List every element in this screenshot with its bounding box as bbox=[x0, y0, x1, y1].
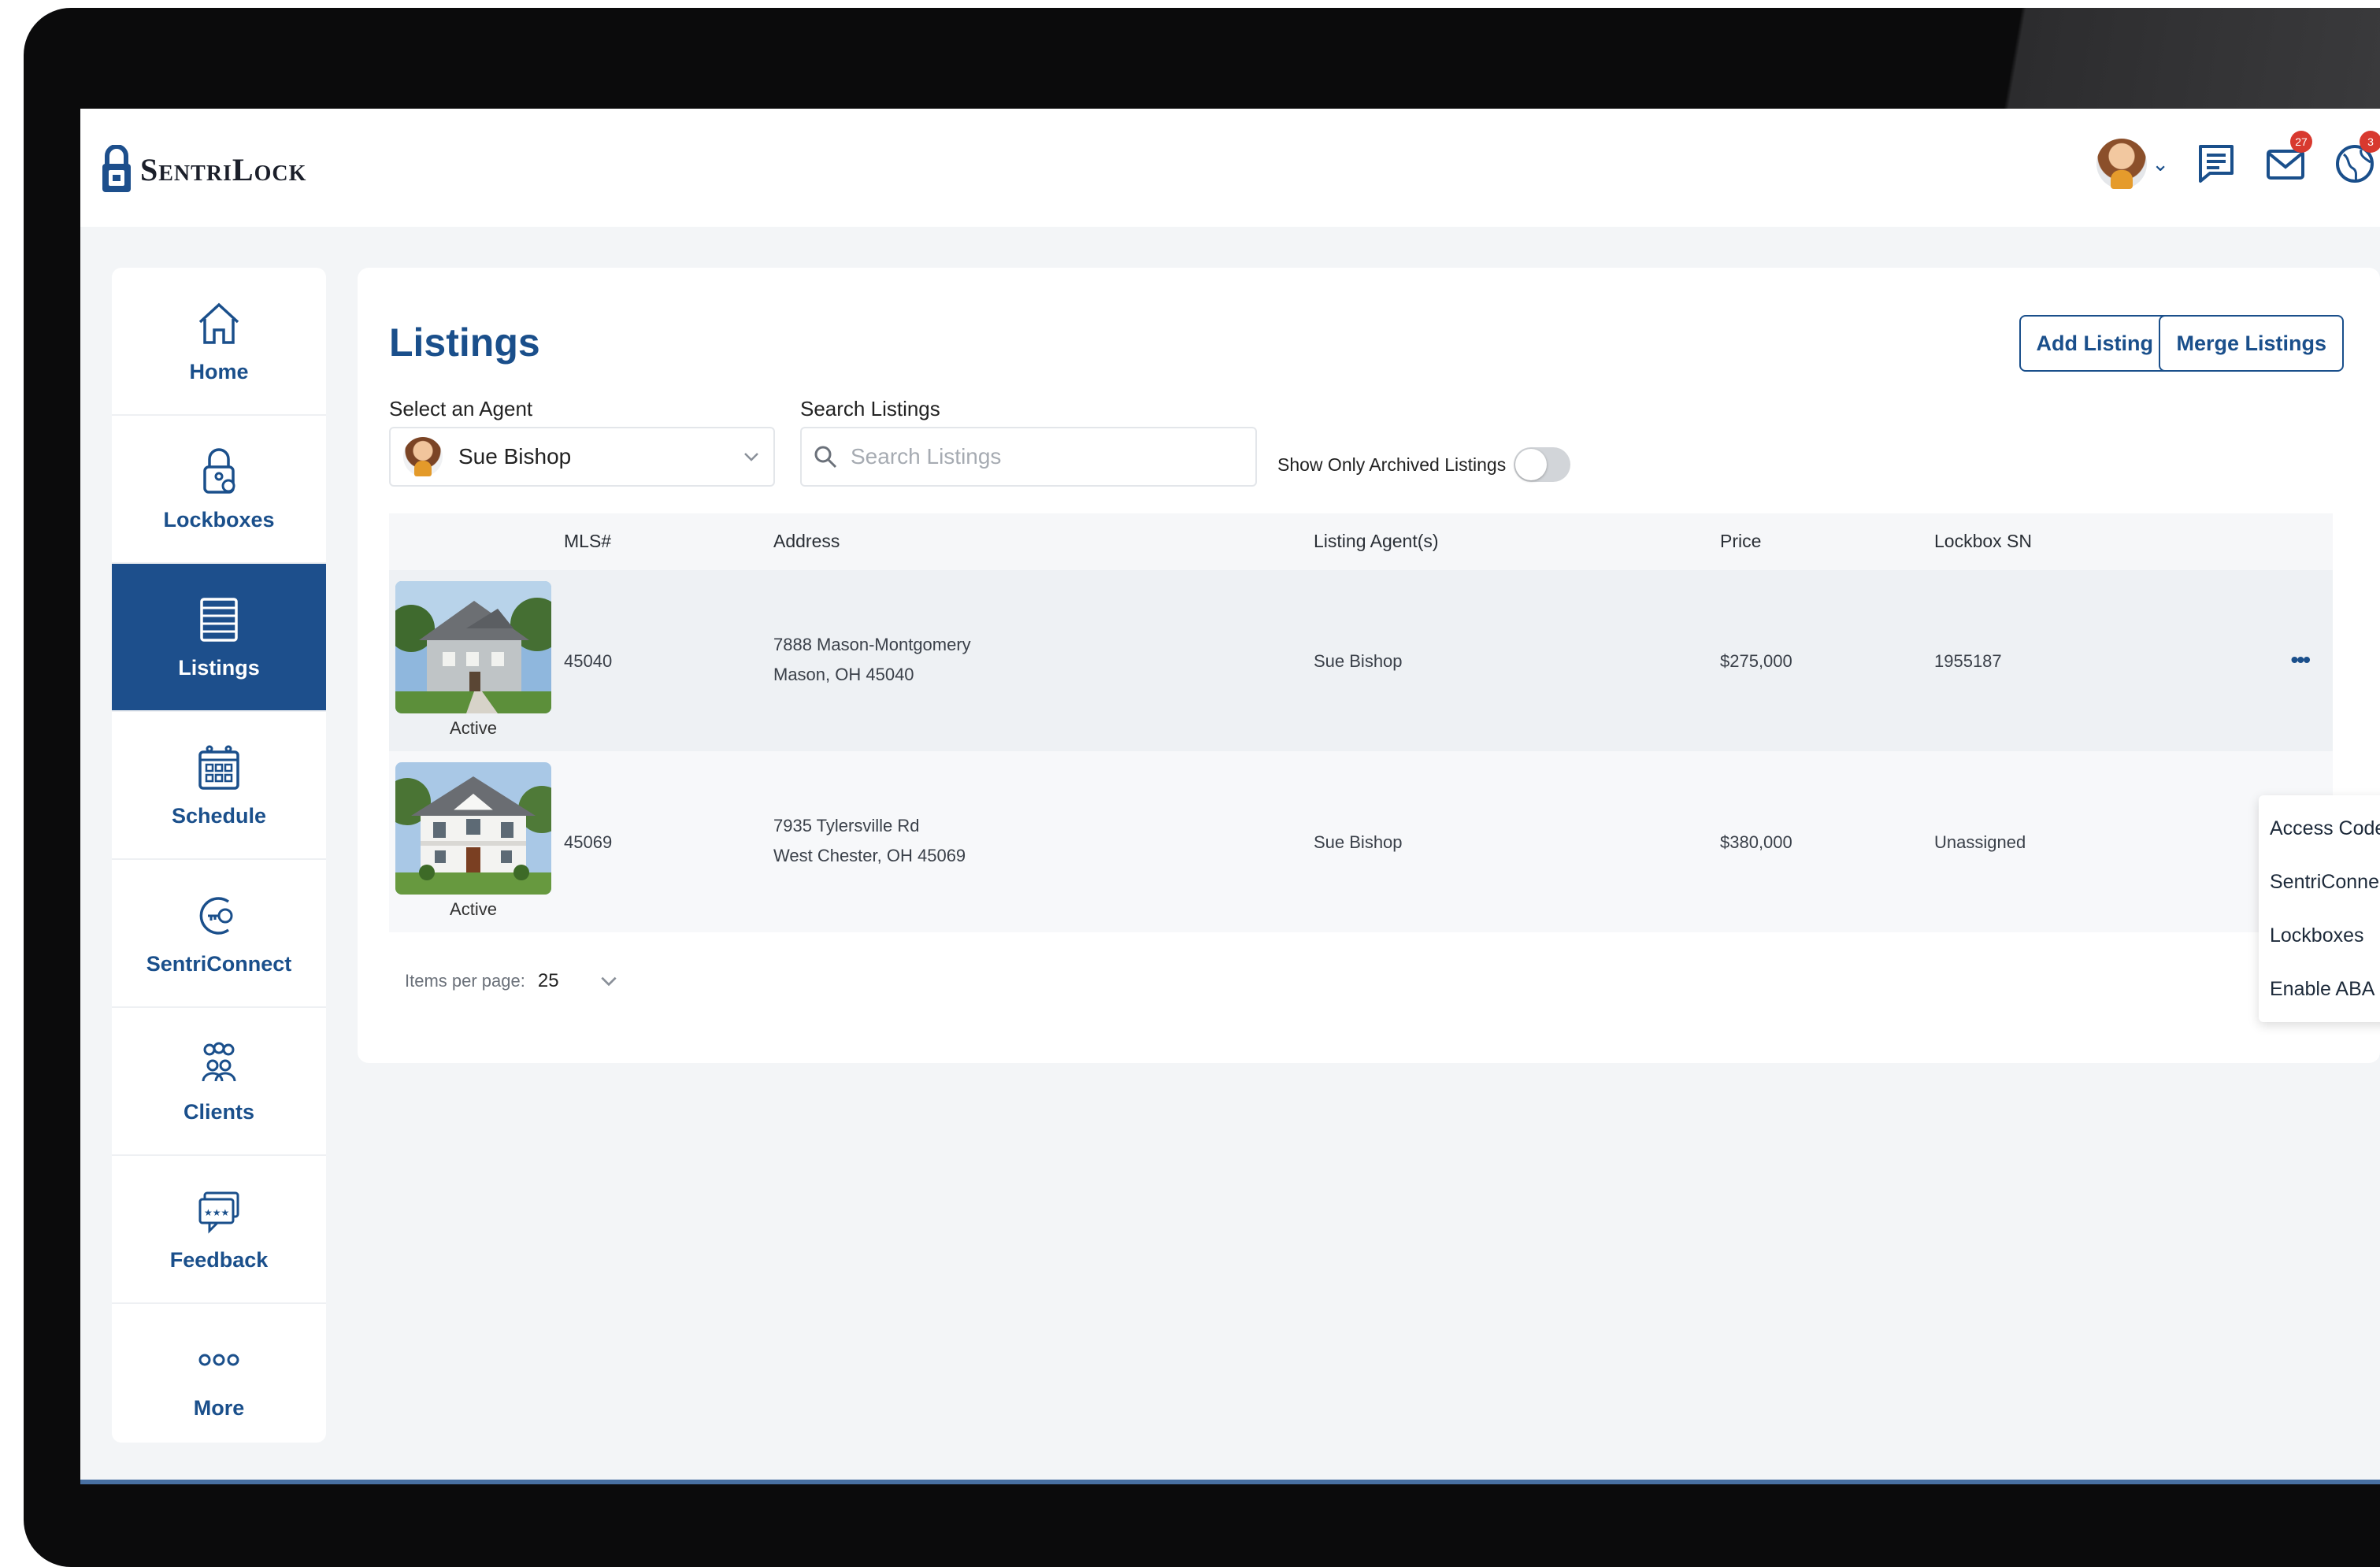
brand-logo[interactable]: SentriLock bbox=[99, 145, 306, 194]
brand-name: SentriLock bbox=[140, 151, 307, 187]
sidebar-item-label: Lockboxes bbox=[163, 507, 275, 532]
row-actions-menu: Access Codes SentriConnect Lockboxes Ena… bbox=[2259, 795, 2380, 1022]
sidebar-item-lockboxes[interactable]: Lockboxes bbox=[112, 416, 326, 564]
chevron-down-icon[interactable] bbox=[599, 971, 619, 991]
menu-item-sentriconnect[interactable]: SentriConnect bbox=[2259, 855, 2380, 909]
search-input[interactable] bbox=[849, 443, 1244, 470]
more-icon bbox=[198, 1354, 239, 1365]
page-title: Listings bbox=[389, 320, 540, 365]
listings-table: MLS# Address Listing Agent(s) Price Lock… bbox=[389, 513, 2333, 932]
search-label: Search Listings bbox=[800, 397, 940, 420]
row-actions-button[interactable]: ••• bbox=[2291, 647, 2311, 672]
address-line2: Mason, OH 45040 bbox=[773, 665, 914, 684]
sidebar-item-listings[interactable]: Listings bbox=[112, 564, 326, 712]
app-screen: SentriLock ⌄ 27 3 Home Lockboxes Listing… bbox=[80, 109, 2380, 1484]
listing-agent: Sue Bishop bbox=[1314, 832, 1403, 852]
merge-listings-button[interactable]: Merge Listings bbox=[2159, 315, 2344, 372]
mls-number: 45040 bbox=[564, 651, 613, 671]
listing-status: Active bbox=[450, 899, 497, 919]
price: $275,000 bbox=[1720, 651, 1792, 671]
archived-toggle-group: Show Only Archived Listings bbox=[1277, 447, 1571, 482]
address-line2: West Chester, OH 45069 bbox=[773, 846, 966, 865]
pagination: Items per page: 25 bbox=[405, 970, 619, 992]
sidebar-item-label: Listings bbox=[178, 655, 260, 680]
user-avatar[interactable] bbox=[2096, 139, 2148, 189]
archived-toggle-label: Show Only Archived Listings bbox=[1277, 454, 1507, 475]
chevron-down-icon[interactable]: ⌄ bbox=[2152, 152, 2169, 176]
table-row[interactable]: Active 45069 7935 Tylersville Rd West Ch… bbox=[389, 751, 2333, 932]
listing-status: Active bbox=[450, 718, 497, 738]
svg-text:★★★: ★★★ bbox=[204, 1207, 229, 1218]
archived-toggle[interactable] bbox=[1514, 447, 1571, 482]
address-line1: 7888 Mason-Montgomery bbox=[773, 635, 971, 654]
listing-photo[interactable] bbox=[395, 762, 551, 895]
sidebar-item-clients[interactable]: Clients bbox=[112, 1008, 326, 1156]
world-button[interactable]: 3 bbox=[2333, 131, 2380, 186]
listings-card: Listings Add Listing Merge Listings Sele… bbox=[358, 268, 2380, 1063]
sidebar-item-label: SentriConnect bbox=[146, 951, 292, 976]
mail-badge: 27 bbox=[2290, 131, 2312, 153]
sentriconnect-icon bbox=[199, 896, 233, 935]
top-bar: SentriLock ⌄ 27 3 bbox=[80, 109, 2380, 227]
table-row[interactable]: Active 45040 7888 Mason-Montgomery Mason… bbox=[389, 570, 2333, 751]
agent-avatar bbox=[403, 437, 443, 476]
sidebar-item-sentriconnect[interactable]: SentriConnect bbox=[112, 860, 326, 1008]
menu-item-enable-aba[interactable]: Enable ABA bbox=[2259, 962, 2380, 1016]
agent-select-value: Sue Bishop bbox=[458, 444, 572, 469]
column-header-mls[interactable]: MLS# bbox=[564, 531, 611, 552]
listing-agent: Sue Bishop bbox=[1314, 651, 1403, 671]
sidebar-item-more[interactable]: More bbox=[112, 1304, 326, 1443]
sidebar: Home Lockboxes Listings Schedule SentriC… bbox=[112, 268, 326, 1443]
menu-item-access-codes[interactable]: Access Codes bbox=[2259, 802, 2380, 855]
items-per-page-value[interactable]: 25 bbox=[538, 970, 559, 992]
address-line1: 7935 Tylersville Rd bbox=[773, 816, 920, 835]
listing-photo[interactable] bbox=[395, 581, 551, 713]
column-header-agent[interactable]: Listing Agent(s) bbox=[1314, 531, 1439, 552]
topbar-actions: ⌄ 27 3 bbox=[2096, 131, 2380, 189]
toggle-knob bbox=[1515, 449, 1548, 480]
sidebar-item-label: Schedule bbox=[171, 803, 267, 828]
items-per-page-label: Items per page: bbox=[405, 971, 525, 991]
column-header-lockbox-sn[interactable]: Lockbox SN bbox=[1934, 531, 2032, 552]
lockbox-icon bbox=[203, 447, 235, 494]
column-header-address[interactable]: Address bbox=[773, 531, 840, 552]
search-icon bbox=[814, 446, 837, 469]
column-header-price[interactable]: Price bbox=[1720, 531, 1761, 552]
lockbox-sn: Unassigned bbox=[1934, 832, 2026, 852]
feedback-icon: ★★★ bbox=[198, 1191, 239, 1234]
add-listing-button[interactable]: Add Listing bbox=[2019, 315, 2171, 372]
sidebar-item-schedule[interactable]: Schedule bbox=[112, 712, 326, 860]
sidebar-item-label: More bbox=[193, 1395, 245, 1420]
bottom-strip bbox=[80, 1480, 2380, 1484]
calendar-icon bbox=[198, 745, 239, 790]
clients-icon bbox=[202, 1042, 236, 1081]
agent-select[interactable]: Sue Bishop bbox=[389, 427, 775, 487]
mls-number: 45069 bbox=[564, 832, 613, 852]
lockbox-sn: 1955187 bbox=[1934, 651, 2002, 671]
sidebar-item-home[interactable]: Home bbox=[112, 268, 326, 416]
mail-button[interactable]: 27 bbox=[2263, 131, 2312, 186]
agent-select-label: Select an Agent bbox=[389, 397, 533, 420]
world-badge: 3 bbox=[2360, 131, 2380, 153]
sidebar-item-label: Home bbox=[189, 359, 249, 383]
search-field[interactable] bbox=[800, 427, 1257, 487]
table-header: MLS# Address Listing Agent(s) Price Lock… bbox=[389, 513, 2333, 570]
menu-item-lockboxes[interactable]: Lockboxes bbox=[2259, 909, 2380, 962]
listings-icon bbox=[200, 597, 238, 642]
price: $380,000 bbox=[1720, 832, 1792, 852]
messages-icon[interactable] bbox=[2194, 142, 2238, 186]
home-icon bbox=[198, 302, 239, 344]
sidebar-item-label: Feedback bbox=[169, 1247, 269, 1272]
device-sheen bbox=[1939, 8, 2380, 110]
chevron-down-icon bbox=[744, 453, 758, 461]
sidebar-item-label: Clients bbox=[183, 1099, 255, 1124]
sidebar-item-feedback[interactable]: ★★★ Feedback bbox=[112, 1156, 326, 1304]
lock-logo-icon bbox=[102, 145, 131, 192]
